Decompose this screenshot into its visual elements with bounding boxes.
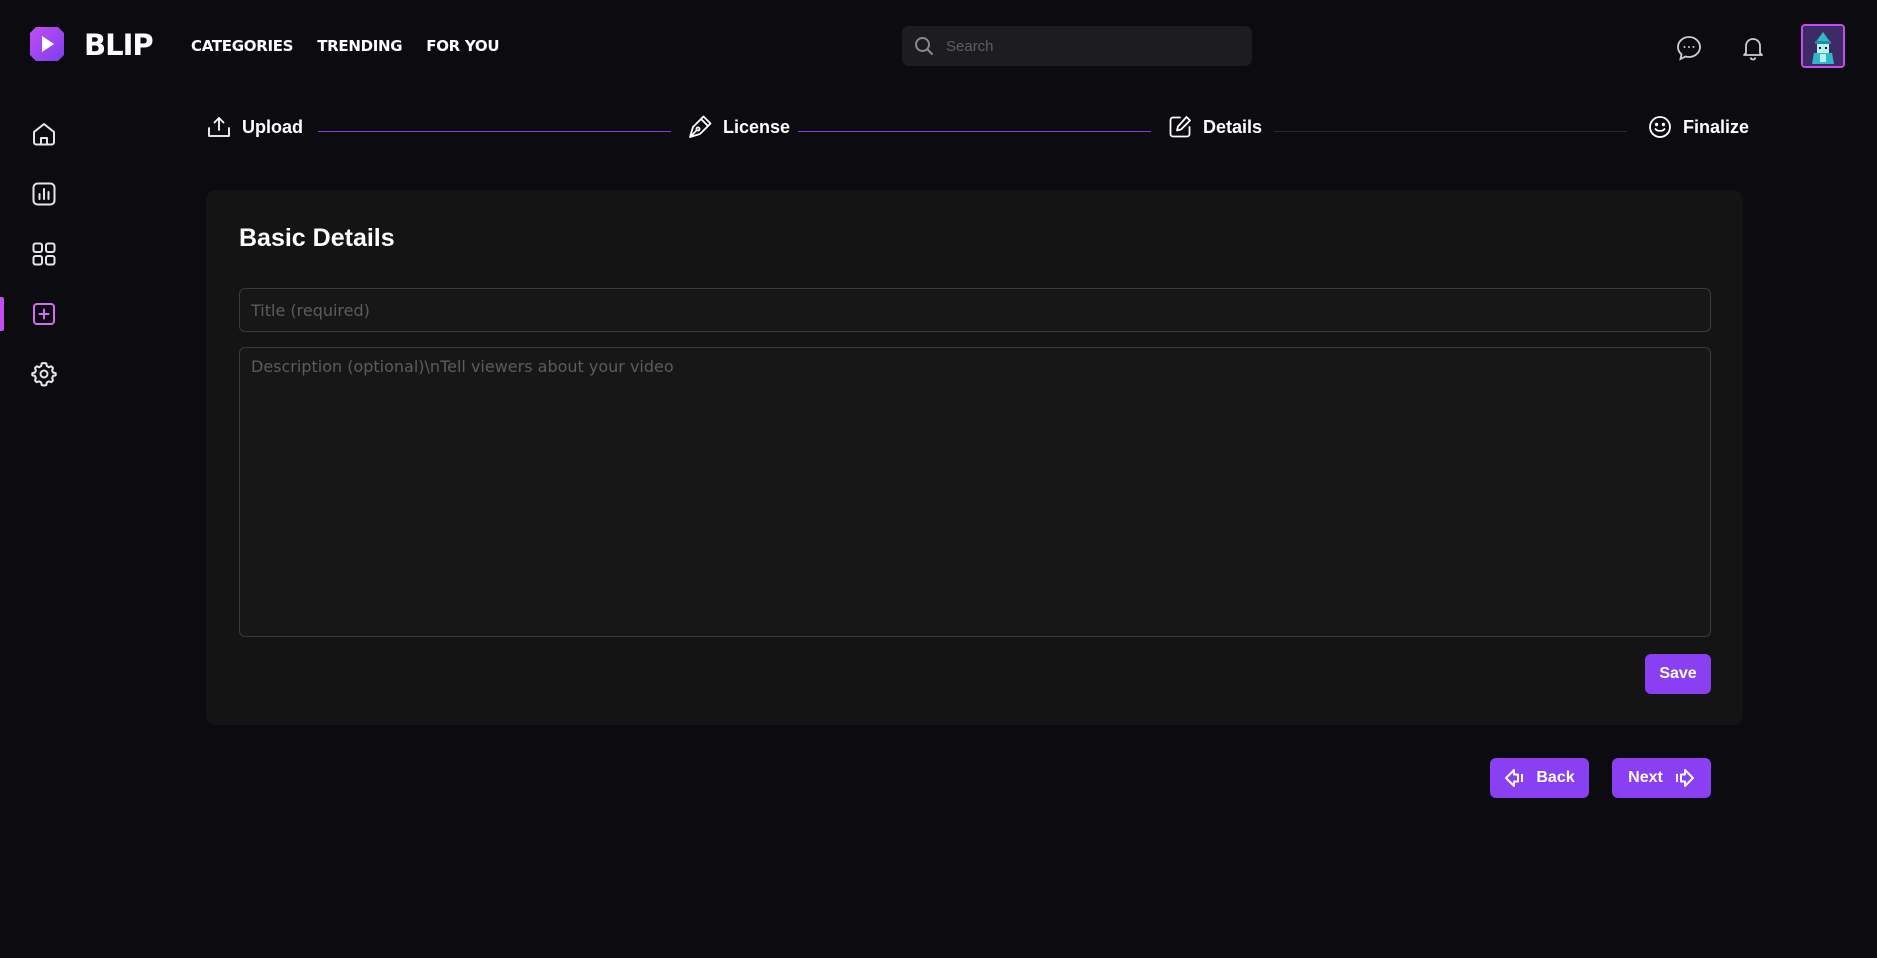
avatar-image: [1803, 26, 1843, 66]
title-input[interactable]: [239, 288, 1711, 332]
step-license[interactable]: License: [687, 114, 790, 140]
description-input[interactable]: [239, 347, 1711, 637]
step-label-details: Details: [1203, 116, 1263, 137]
search-icon: [915, 37, 933, 55]
sidebar-item-settings[interactable]: [30, 360, 58, 388]
save-button-label: Save: [1659, 665, 1697, 682]
step-label-upload: Upload: [242, 116, 303, 137]
sidebar-item-grid[interactable]: [30, 240, 58, 268]
avatar[interactable]: [1801, 24, 1845, 68]
nav-trending[interactable]: TRENDING: [317, 37, 402, 55]
step-connector-1: [318, 131, 671, 132]
next-button[interactable]: Next: [1612, 758, 1711, 798]
main-nav: CATEGORIES TRENDING FOR YOU: [191, 37, 500, 55]
app-root: BLIP CATEGORIES TRENDING FOR YOU Search …: [0, 0, 1877, 958]
chat-icon[interactable]: [1675, 34, 1703, 62]
logo-icon: [30, 27, 64, 61]
step-finalize[interactable]: Finalize: [1647, 114, 1749, 140]
upload-icon: [208, 117, 230, 137]
step-connector-2: [798, 131, 1151, 132]
step-label-license: License: [723, 116, 791, 137]
search-bar: [902, 26, 1252, 66]
save-button[interactable]: Save: [1645, 654, 1711, 694]
nav-for-you[interactable]: FOR YOU: [426, 37, 499, 55]
arrow-right-icon: [1675, 769, 1694, 787]
sidebar-item-home[interactable]: [30, 120, 58, 148]
brand-name: BLIP: [84, 28, 154, 62]
card-heading: Basic Details: [239, 224, 395, 252]
search-input[interactable]: [946, 26, 1242, 66]
next-button-label: Next: [1628, 769, 1663, 786]
edit-icon: [1169, 116, 1191, 138]
step-connector-3: [1274, 131, 1627, 132]
sidebar-item-upload[interactable]: [30, 300, 58, 328]
back-button-label: Back: [1536, 769, 1575, 786]
basic-details-card: Basic Details Save: [206, 190, 1743, 725]
back-button[interactable]: Back: [1490, 758, 1589, 798]
smile-icon: [1649, 116, 1671, 138]
top-header: BLIP CATEGORIES TRENDING FOR YOU: [0, 0, 1877, 92]
arrow-left-icon: [1505, 769, 1524, 787]
pen-icon: [689, 115, 712, 138]
step-label-finalize: Finalize: [1683, 116, 1750, 137]
brand-logo[interactable]: BLIP: [30, 27, 154, 62]
bell-icon[interactable]: [1739, 34, 1767, 62]
sidebar-item-analytics[interactable]: [30, 180, 58, 208]
sidebar-active-indicator: [0, 297, 4, 331]
step-upload[interactable]: Upload: [206, 114, 303, 140]
step-details[interactable]: Details: [1167, 114, 1262, 140]
nav-categories[interactable]: CATEGORIES: [191, 37, 293, 55]
progress-stepper: Upload License Details Finalize: [206, 114, 1749, 148]
